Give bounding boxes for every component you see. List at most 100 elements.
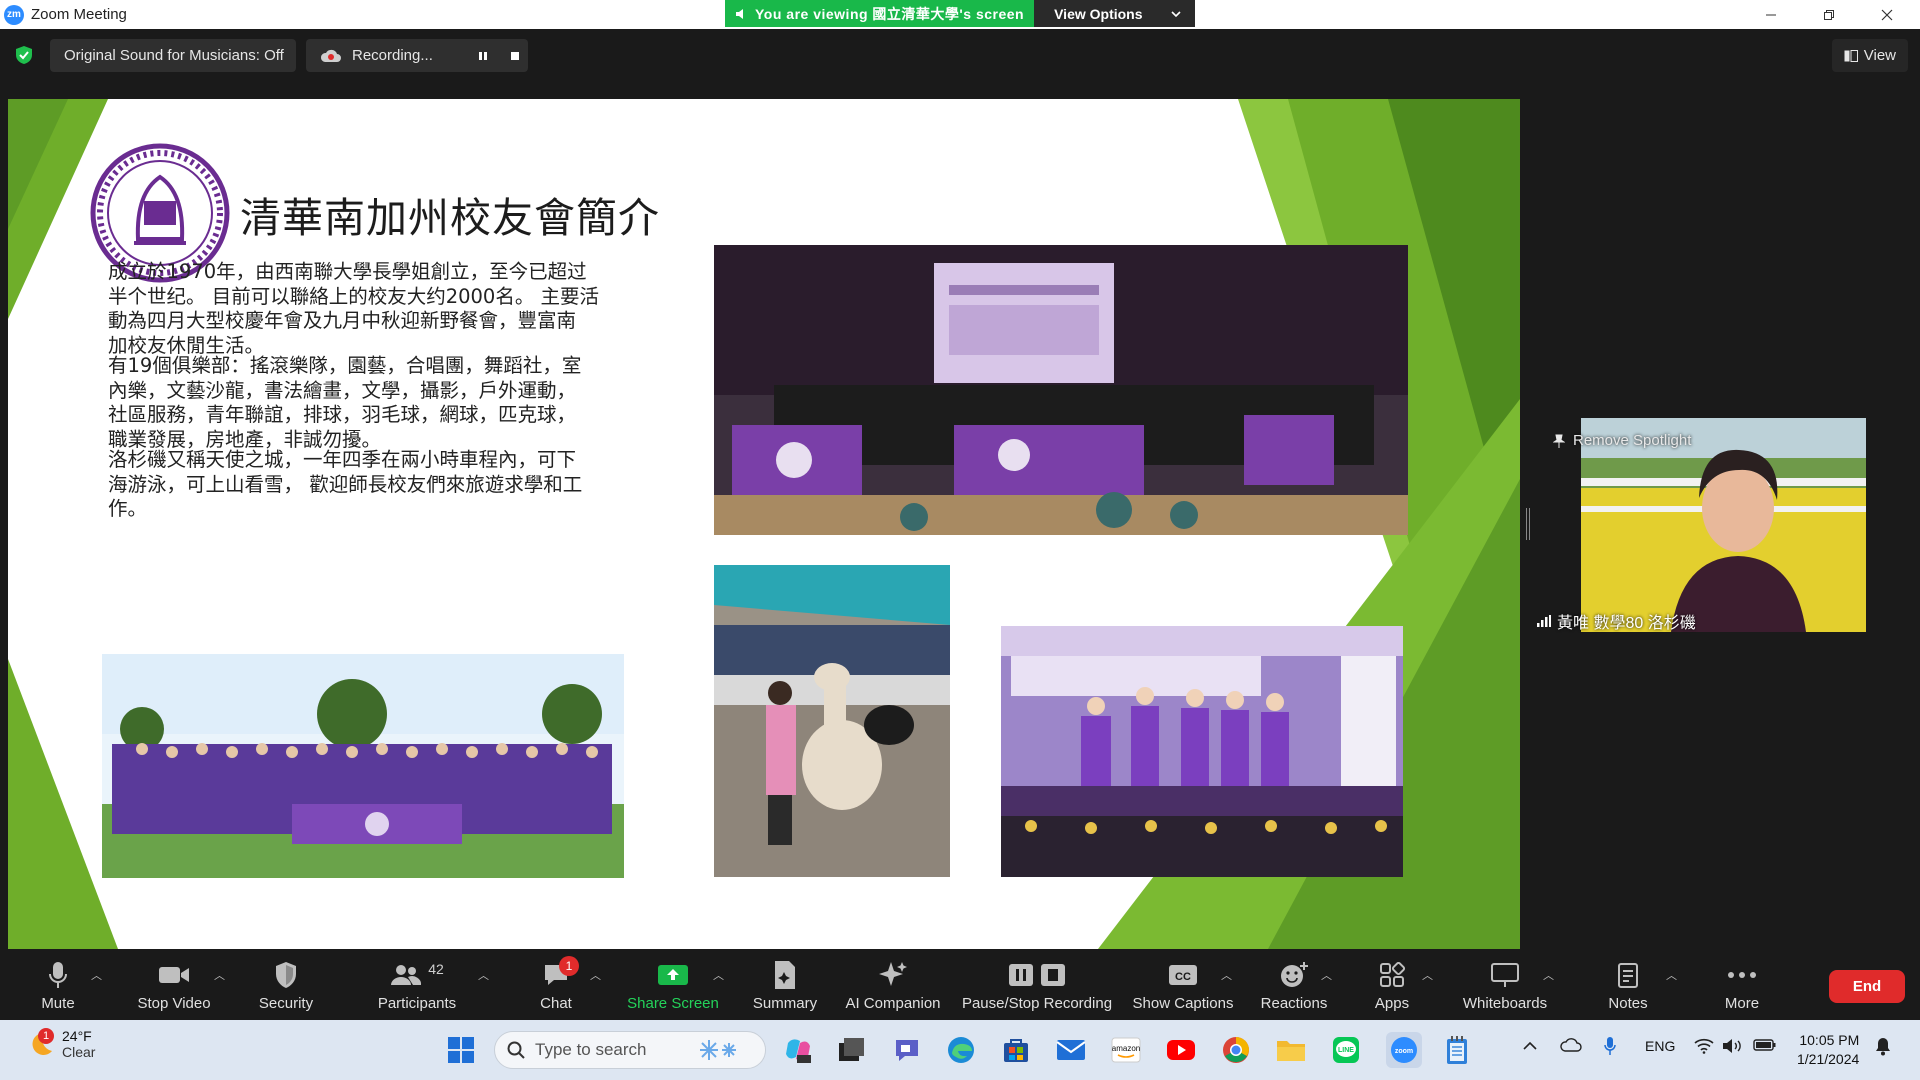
participants-label: Participants (377, 995, 457, 1012)
reactions-button[interactable]: Reactions (1257, 949, 1331, 1020)
panel-resize-handle[interactable] (1526, 508, 1530, 540)
audio-options-caret[interactable]: ︿ (91, 967, 102, 983)
copilot-taskbar-icon[interactable] (782, 1034, 814, 1066)
participants-options-caret[interactable]: ︿ (478, 967, 489, 983)
summary-button[interactable]: Summary (748, 949, 822, 1020)
close-button[interactable] (1859, 0, 1915, 29)
share-screen-label: Share Screen (627, 995, 719, 1012)
video-options-caret[interactable]: ︿ (214, 967, 225, 983)
stop-video-button[interactable]: Stop Video (134, 949, 214, 1020)
pause-recording-button[interactable] (472, 45, 494, 67)
text-line: 成立於1970年，由西南聯大學長學姐創立，至今已超过 (108, 260, 587, 283)
smiley-reaction-icon (1281, 962, 1308, 987)
minimize-button[interactable] (1743, 0, 1799, 29)
ai-sparkle-icon (879, 962, 907, 986)
microphone-tray-icon[interactable] (1603, 1036, 1617, 1059)
apps-button[interactable]: Apps (1366, 949, 1418, 1020)
store-taskbar-icon[interactable] (1000, 1034, 1032, 1066)
participant-video-tile[interactable] (1581, 418, 1866, 632)
weather-description: Clear (62, 1044, 96, 1060)
share-options-caret[interactable]: ︿ (713, 967, 724, 983)
system-clock[interactable]: 10:05 PM 1/21/2024 (1797, 1031, 1859, 1069)
participant-name: 黃唯 數學80 洛杉磯 (1557, 615, 1696, 632)
apps-options-caret[interactable]: ︿ (1422, 967, 1433, 983)
view-options-label: View Options (1054, 5, 1143, 22)
notepad-taskbar-icon[interactable] (1441, 1034, 1473, 1066)
view-layout-button[interactable]: View (1831, 39, 1908, 72)
viewing-indicator: You are viewing 國立清華大學's screen (725, 0, 1035, 27)
ai-companion-button[interactable]: AI Companion (842, 949, 944, 1020)
edge-taskbar-icon[interactable] (945, 1034, 977, 1066)
title-bar: zm Zoom Meeting You are viewing 國立清華大學's… (0, 0, 1920, 29)
snowflake-icon (699, 1040, 736, 1060)
show-captions-label: Show Captions (1132, 995, 1234, 1012)
pause-stop-recording-button[interactable]: Pause/Stop Recording (960, 949, 1114, 1020)
line-taskbar-icon[interactable]: LINE (1330, 1034, 1362, 1066)
svg-text:amazon: amazon (1112, 1044, 1140, 1053)
participants-button[interactable]: 42 Participants (376, 949, 458, 1020)
chrome-taskbar-icon[interactable] (1220, 1034, 1252, 1066)
banquet-photo (714, 245, 1408, 535)
whiteboards-button[interactable]: Whiteboards (1455, 949, 1555, 1020)
chat-options-caret[interactable]: ︿ (590, 967, 601, 983)
taskbar-search-box[interactable]: Type to search (494, 1031, 766, 1069)
reactions-options-caret[interactable]: ︿ (1321, 967, 1332, 983)
participant-video (1581, 418, 1866, 632)
windows-logo-icon (448, 1037, 474, 1063)
more-label: More (1724, 995, 1760, 1012)
whiteboards-options-caret[interactable]: ︿ (1543, 967, 1554, 983)
share-screen-button[interactable]: Share Screen (625, 949, 721, 1020)
meet-taskbar-icon[interactable] (891, 1034, 923, 1066)
file-explorer-taskbar-icon[interactable] (1275, 1034, 1307, 1066)
summary-label: Summary (752, 995, 818, 1012)
end-meeting-button[interactable]: End (1829, 970, 1905, 1003)
more-button[interactable]: More (1716, 949, 1768, 1020)
view-layout-icon (1844, 49, 1858, 62)
amazon-taskbar-icon[interactable]: amazon (1110, 1034, 1142, 1066)
task-view-taskbar-icon[interactable] (836, 1034, 868, 1066)
restore-button[interactable] (1801, 0, 1857, 29)
mail-taskbar-icon[interactable] (1055, 1034, 1087, 1066)
mail-icon (1056, 1040, 1086, 1060)
input-language-indicator[interactable]: ENG (1645, 1038, 1675, 1054)
text-line: 洛杉磯又稱天使之城，一年四季在兩小時車程內，可下 (108, 448, 577, 471)
zoom-taskbar-icon[interactable]: zoom (1386, 1032, 1422, 1068)
reactions-label: Reactions (1260, 995, 1328, 1012)
recording-status: Recording... (306, 39, 528, 72)
whiteboards-label: Whiteboards (1462, 995, 1548, 1012)
meeting-toolbar: Mute ︿ Stop Video ︿ Security 42 Particip… (0, 949, 1920, 1020)
share-screen-icon (658, 965, 688, 985)
onedrive-tray-icon[interactable] (1560, 1038, 1582, 1055)
battery-tray-icon[interactable] (1753, 1038, 1777, 1055)
remove-spotlight-button[interactable]: Remove Spotlight (1553, 432, 1691, 449)
encryption-shield-icon[interactable] (14, 45, 34, 65)
youtube-taskbar-icon[interactable] (1165, 1034, 1197, 1066)
volume-tray-icon[interactable] (1722, 1038, 1744, 1057)
notes-options-caret[interactable]: ︿ (1666, 967, 1677, 983)
notifications-button[interactable] (1875, 1036, 1891, 1059)
text-line: 社區服務，青年聯誼，排球，羽毛球，網球，匹克球， (108, 403, 577, 426)
intro-paragraph: 成立於1970年，由西南聯大學長學姐創立，至今已超过 半个世纪。 目前可以聯絡上… (108, 260, 633, 358)
text-line: 海游泳，可上山看雪， 歡迎師長校友們來旅遊求學和工 (108, 472, 583, 496)
show-hidden-icons-button[interactable] (1523, 1038, 1537, 1054)
captions-options-caret[interactable]: ︿ (1221, 967, 1232, 983)
battery-charging-icon (1753, 1039, 1776, 1051)
original-sound-toggle[interactable]: Original Sound for Musicians: Off (50, 39, 296, 72)
minimize-icon (1766, 14, 1776, 15)
clock-date: 1/21/2024 (1797, 1051, 1860, 1067)
mute-button[interactable]: Mute (30, 949, 86, 1020)
wifi-tray-icon[interactable] (1694, 1038, 1714, 1057)
stop-recording-button[interactable] (504, 45, 526, 67)
viewing-text: You are viewing 國立清華大學's screen (755, 5, 1025, 22)
pause-icon (479, 51, 487, 60)
search-icon (507, 1041, 525, 1059)
start-button[interactable] (445, 1034, 477, 1066)
la-paragraph: 洛杉磯又稱天使之城，一年四季在兩小時車程內，可下 海游泳，可上山看雪， 歡迎師長… (108, 448, 633, 522)
view-options-button[interactable]: View Options (1034, 0, 1195, 27)
notes-button[interactable]: Notes (1602, 949, 1654, 1020)
weather-widget[interactable]: 24°F Clear (24, 1028, 95, 1060)
security-button[interactable]: Security (254, 949, 318, 1020)
chevron-down-icon (1170, 10, 1181, 17)
text-line: 有19個俱樂部：搖滾樂隊，園藝，合唱團，舞蹈社，室 (108, 354, 582, 377)
show-captions-button[interactable]: CC Show Captions (1130, 949, 1236, 1020)
